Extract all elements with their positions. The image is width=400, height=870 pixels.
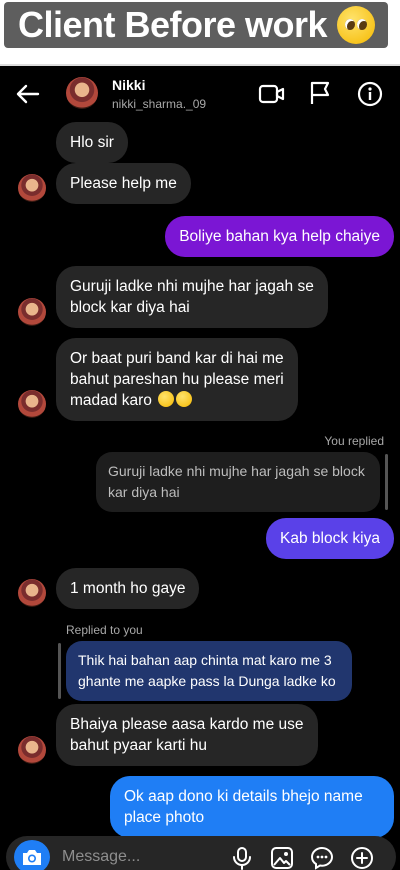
incoming-message[interactable]: 1 month ho gaye (56, 568, 200, 609)
message-text-line: Ok aap dono ki details bhejo name (124, 788, 363, 805)
message-text-line: Or baat puri band kar di hai me (70, 350, 284, 367)
sender-avatar[interactable] (18, 736, 46, 764)
quoted-text-line: Guruji ladke nhi mujhe har jagah se bloc… (108, 463, 365, 479)
message-text: Please help me (70, 175, 177, 192)
contact-name[interactable]: Nikki (112, 77, 145, 93)
caption-pill: Client Before work (4, 2, 388, 48)
quoted-text-line: kar diya hai (108, 484, 180, 500)
sticker-icon[interactable] (310, 846, 334, 870)
message-text-line: madad karo (70, 392, 152, 409)
sender-avatar[interactable] (18, 298, 46, 326)
pleading-face-emoji-icon (337, 6, 376, 44)
message-input[interactable]: Message... (62, 848, 140, 866)
message-text-line: Guruji ladke nhi mujhe har jagah se (70, 278, 314, 295)
plus-icon[interactable] (350, 846, 374, 870)
video-call-icon[interactable] (258, 82, 286, 106)
pleading-face-emoji-icon (158, 391, 175, 407)
incoming-message[interactable]: Guruji ladke nhi mujhe har jagah se bloc… (56, 266, 328, 328)
quoted-text-line: ghante me aapke pass la Dunga ladke ko (78, 673, 336, 689)
incoming-message[interactable]: Or baat puri band kar di hai me bahut pa… (56, 338, 298, 421)
message-text: 1 month ho gaye (70, 580, 186, 597)
chat-screen: Nikki nikki_sharma._09 Hlo sir Please he… (0, 64, 400, 870)
replied-to-you-label: Replied to you (66, 623, 143, 637)
flag-icon[interactable] (308, 80, 332, 106)
sender-avatar[interactable] (18, 174, 46, 202)
outgoing-message[interactable]: Boliye bahan kya help chaiye (165, 216, 394, 257)
outgoing-message[interactable]: Kab block kiya (266, 518, 394, 559)
message-text: Hlo sir (70, 134, 114, 151)
you-replied-label: You replied (324, 434, 384, 448)
quoted-text-line: Thik hai bahan aap chinta mat karo me 3 (78, 652, 332, 668)
quoted-message[interactable]: Guruji ladke nhi mujhe har jagah se bloc… (96, 452, 380, 512)
sender-avatar[interactable] (18, 579, 46, 607)
message-composer: Message... (6, 836, 396, 870)
incoming-message[interactable]: Hlo sir (56, 122, 128, 163)
camera-button[interactable] (14, 840, 50, 870)
incoming-message[interactable]: Please help me (56, 163, 191, 204)
quoted-reply-message[interactable]: Thik hai bahan aap chinta mat karo me 3 … (66, 641, 352, 701)
message-text: Boliye bahan kya help chaiye (179, 228, 380, 245)
camera-icon (23, 850, 41, 865)
info-icon[interactable] (357, 81, 383, 107)
caption-banner: Client Before work (0, 0, 400, 62)
sender-avatar[interactable] (18, 390, 46, 418)
incoming-message[interactable]: Bhaiya please aasa kardo me use bahut py… (56, 704, 318, 766)
message-text-line: block kar diya hai (70, 299, 190, 316)
reply-indicator-bar (58, 643, 61, 699)
chat-header: Nikki nikki_sharma._09 (0, 68, 400, 120)
message-text-line: Bhaiya please aasa kardo me use (70, 716, 304, 733)
message-text-line: place photo (124, 809, 205, 826)
message-text-line: bahut pareshan hu please meri (70, 371, 284, 388)
back-arrow-icon[interactable] (14, 80, 42, 108)
pleading-face-emoji-icon (176, 391, 193, 407)
gallery-icon[interactable] (270, 846, 294, 870)
outgoing-message[interactable]: Ok aap dono ki details bhejo name place … (110, 776, 394, 838)
caption-title: Client Before work (18, 4, 328, 45)
message-text-line: bahut pyaar karti hu (70, 737, 208, 754)
message-text: Kab block kiya (280, 530, 380, 547)
microphone-icon[interactable] (230, 846, 254, 870)
reply-indicator-bar (385, 454, 388, 510)
contact-handle: nikki_sharma._09 (112, 97, 207, 111)
contact-avatar[interactable] (66, 77, 98, 109)
